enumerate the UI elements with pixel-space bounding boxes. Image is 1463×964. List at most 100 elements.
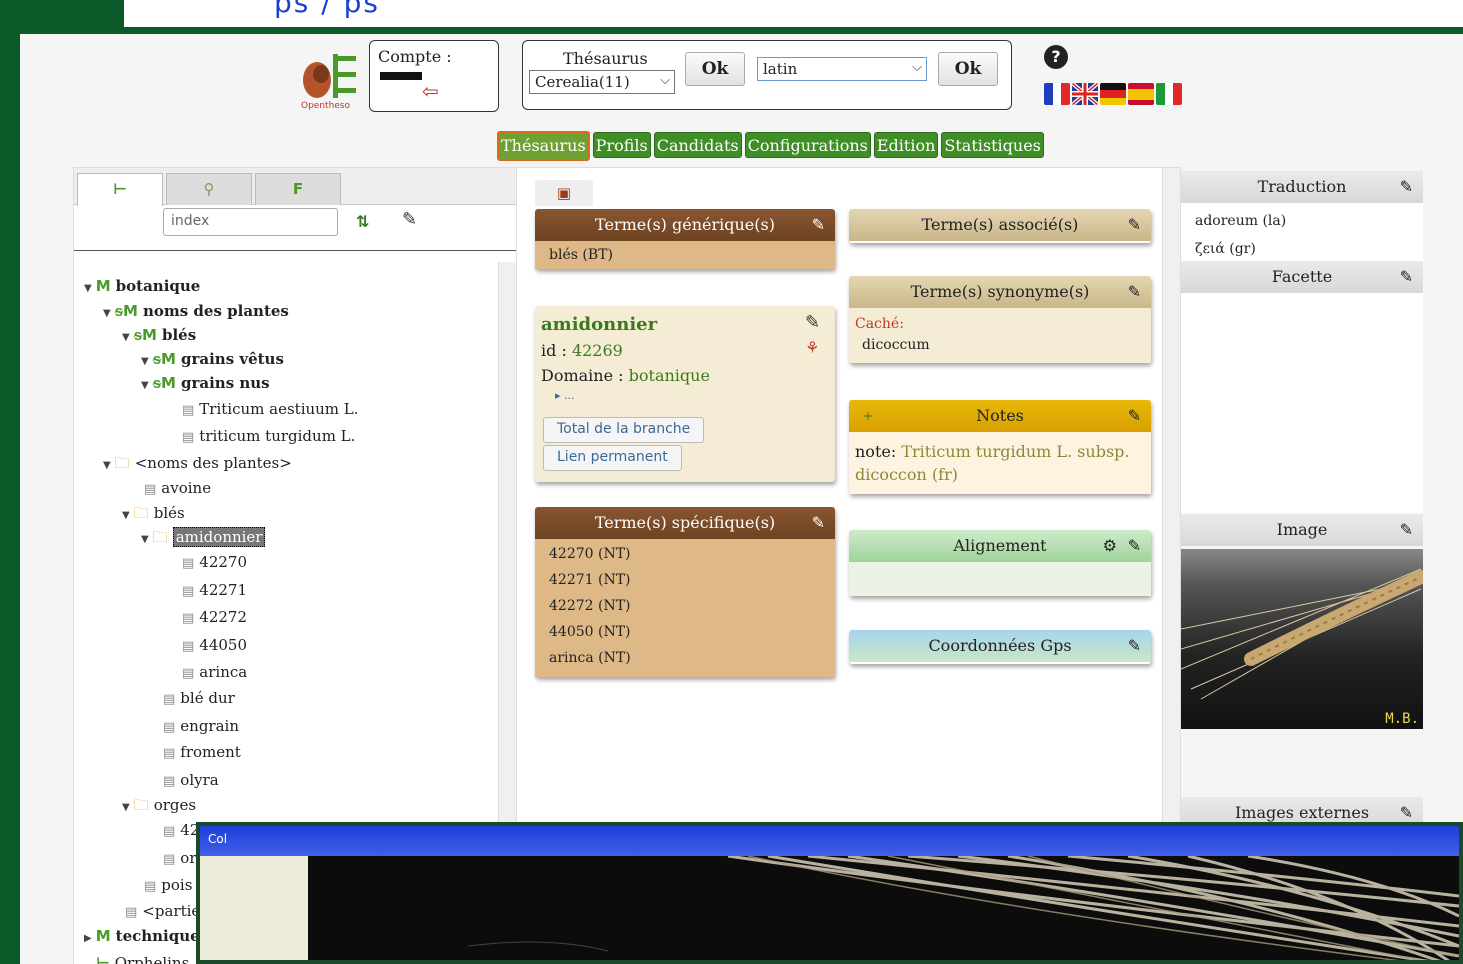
total-branch-button[interactable]: Total de la branche [543,417,705,443]
collapse-arrow-icon[interactable]: ▼ [122,510,130,521]
edit-icon[interactable]: ✎ [1128,530,1141,562]
gear-icon[interactable]: ⚙ [1103,530,1117,562]
tree-node-label[interactable]: grains nus [181,374,270,392]
translation-item[interactable]: adoreum (la) [1195,207,1409,235]
flag-de-icon[interactable] [1100,83,1126,105]
tree-node[interactable]: ▤ 44050 [182,636,247,654]
briefcase-icon[interactable]: ▣ [535,180,593,206]
synonym-item[interactable]: dicoccum [862,337,1145,353]
tab-candidats[interactable]: Candidats [653,132,742,158]
collapse-arrow-icon[interactable]: ▼ [141,356,149,367]
tree-node-label[interactable]: Orphelins [115,954,190,964]
tree-node-label[interactable]: engrain [180,717,239,735]
tab-profils[interactable]: Profils [592,132,651,158]
tab-thesaurus[interactable]: Thésaurus [497,131,590,161]
tree-node[interactable]: ▼ ᵴM noms des plantes [103,302,289,320]
edit-icon[interactable]: ✎ [1128,400,1141,432]
edit-icon[interactable]: ✎ [812,209,825,241]
index-search-input[interactable]: index [163,208,338,236]
collapse-arrow-icon[interactable]: ▼ [122,802,130,813]
tree-node[interactable]: ▤ engrain [163,717,239,735]
collapse-arrow-icon[interactable]: ▼ [103,308,111,319]
hierarchy-icon[interactable]: ⚘ [805,338,819,357]
flag-uk-icon[interactable] [1072,83,1098,105]
tree-node[interactable]: ▤ avoine [144,479,211,497]
tree-node[interactable]: ▤ Triticum aestiuum L. [182,400,359,418]
tree-node[interactable]: ▼ 🗀 amidonnier [141,527,266,552]
tab-facet-icon[interactable]: F [255,173,341,205]
tree-node-label[interactable]: amidonnier [172,527,266,547]
collapse-arrow-icon[interactable]: ▼ [122,332,130,343]
domain-value[interactable]: botanique [629,366,710,385]
tab-statistiques[interactable]: Statistiques [941,132,1044,158]
tree-node[interactable]: ▤ 42270 [182,553,247,571]
tree-node[interactable]: ▼ Mbotanique [84,277,200,295]
tree-node-label[interactable]: technique [116,927,200,945]
edit-icon[interactable]: ✎ [812,507,825,539]
tree-node-label[interactable]: 42270 [199,553,247,571]
tab-search-icon[interactable]: ⚲ [166,173,252,205]
tree-node[interactable]: ▤ 42272 [182,608,247,626]
language-select[interactable]: latin ⌵ [757,57,927,81]
help-icon[interactable]: ? [1044,45,1068,69]
tree-node[interactable]: ▼ 🗀 <noms des plantes> [103,453,292,478]
tree-node-label[interactable]: blé dur [180,689,234,707]
tree-node-label[interactable]: botanique [116,277,201,295]
tree-node-label[interactable]: triticum turgidum L. [199,427,355,445]
tab-edition[interactable]: Edition [873,132,939,158]
logout-icon[interactable]: ⇦ [422,79,439,103]
ok-thesaurus-button[interactable]: Ok [685,52,745,86]
image-popup-window[interactable]: Col [196,822,1463,964]
tree-node-label[interactable]: 42271 [199,581,247,599]
edit-icon[interactable]: ✎ [1400,171,1413,203]
more-toggle[interactable]: ▸ ... [555,389,829,402]
popup-titlebar[interactable]: Col [200,826,1459,856]
tab-tree-icon[interactable]: ⊢ [77,173,163,206]
edit-icon[interactable]: ✎ [805,312,820,333]
tree-node[interactable]: ⊢ Orphelins [96,954,189,964]
tree-node[interactable]: ▼ ᵴM blés [122,326,196,344]
tree-node[interactable]: ▤ blé dur [163,689,235,707]
broader-item[interactable]: blés (BT) [535,241,835,269]
tree-node[interactable]: ▤ froment [163,743,241,761]
collapse-arrow-icon[interactable]: ▼ [103,460,111,471]
tree-node-label[interactable]: noms des plantes [143,302,289,320]
tree-node[interactable]: ▤ triticum turgidum L. [182,427,355,445]
wheat-image[interactable]: M.B. [1181,549,1423,729]
expand-arrow-icon[interactable]: ▶ [84,933,92,944]
tree-node-label[interactable]: <noms des plantes> [135,454,292,472]
flag-it-icon[interactable] [1156,83,1182,105]
tree-node[interactable]: ▶ Mtechnique [84,927,200,945]
translation-item[interactable]: ζειά (gr) [1195,235,1409,263]
collapse-arrow-icon[interactable]: ▼ [84,283,92,294]
tree-node[interactable]: ▼ 🗀 blés [122,503,185,528]
edit-icon[interactable]: ✎ [1400,514,1413,546]
tree-node-label[interactable]: 42272 [199,608,247,626]
narrower-item[interactable]: 44050 (NT) [535,619,835,645]
tree-node-label[interactable]: froment [180,743,241,761]
edit-icon[interactable]: ✎ [1128,630,1141,662]
thesaurus-select[interactable]: Cerealia(11) ⌵ [529,70,675,94]
tree-node[interactable]: ▼ ᵴM grains vêtus [141,350,284,368]
narrower-item[interactable]: 42271 (NT) [535,567,835,593]
tree-node-label[interactable]: orges [154,796,196,814]
edit-icon[interactable]: ✎ [1128,209,1141,241]
tree-node-label[interactable]: 44050 [199,636,247,654]
narrower-item[interactable]: arinca (NT) [535,645,835,671]
tree-node-label[interactable]: blés [162,326,196,344]
tree-node[interactable]: ▼ ᵴM grains nus [141,374,270,392]
permalink-button[interactable]: Lien permanent [543,445,682,471]
add-note-icon[interactable]: + [863,400,873,432]
narrower-item[interactable]: 42272 (NT) [535,593,835,619]
tree-node[interactable]: ▼ 🗀 orges [122,795,196,820]
collapse-arrow-icon[interactable]: ▼ [141,380,149,391]
narrower-item[interactable]: 42270 (NT) [535,541,835,567]
edit-icon[interactable]: ✎ [402,209,417,230]
edit-icon[interactable]: ✎ [1128,276,1141,308]
tree-node-label[interactable]: blés [154,504,185,522]
ok-language-button[interactable]: Ok [938,52,998,86]
tree-node-label[interactable]: grains vêtus [181,350,284,368]
flag-es-icon[interactable] [1128,83,1154,105]
edit-icon[interactable]: ✎ [1400,261,1413,293]
tree-node-label[interactable]: arinca [199,663,247,681]
